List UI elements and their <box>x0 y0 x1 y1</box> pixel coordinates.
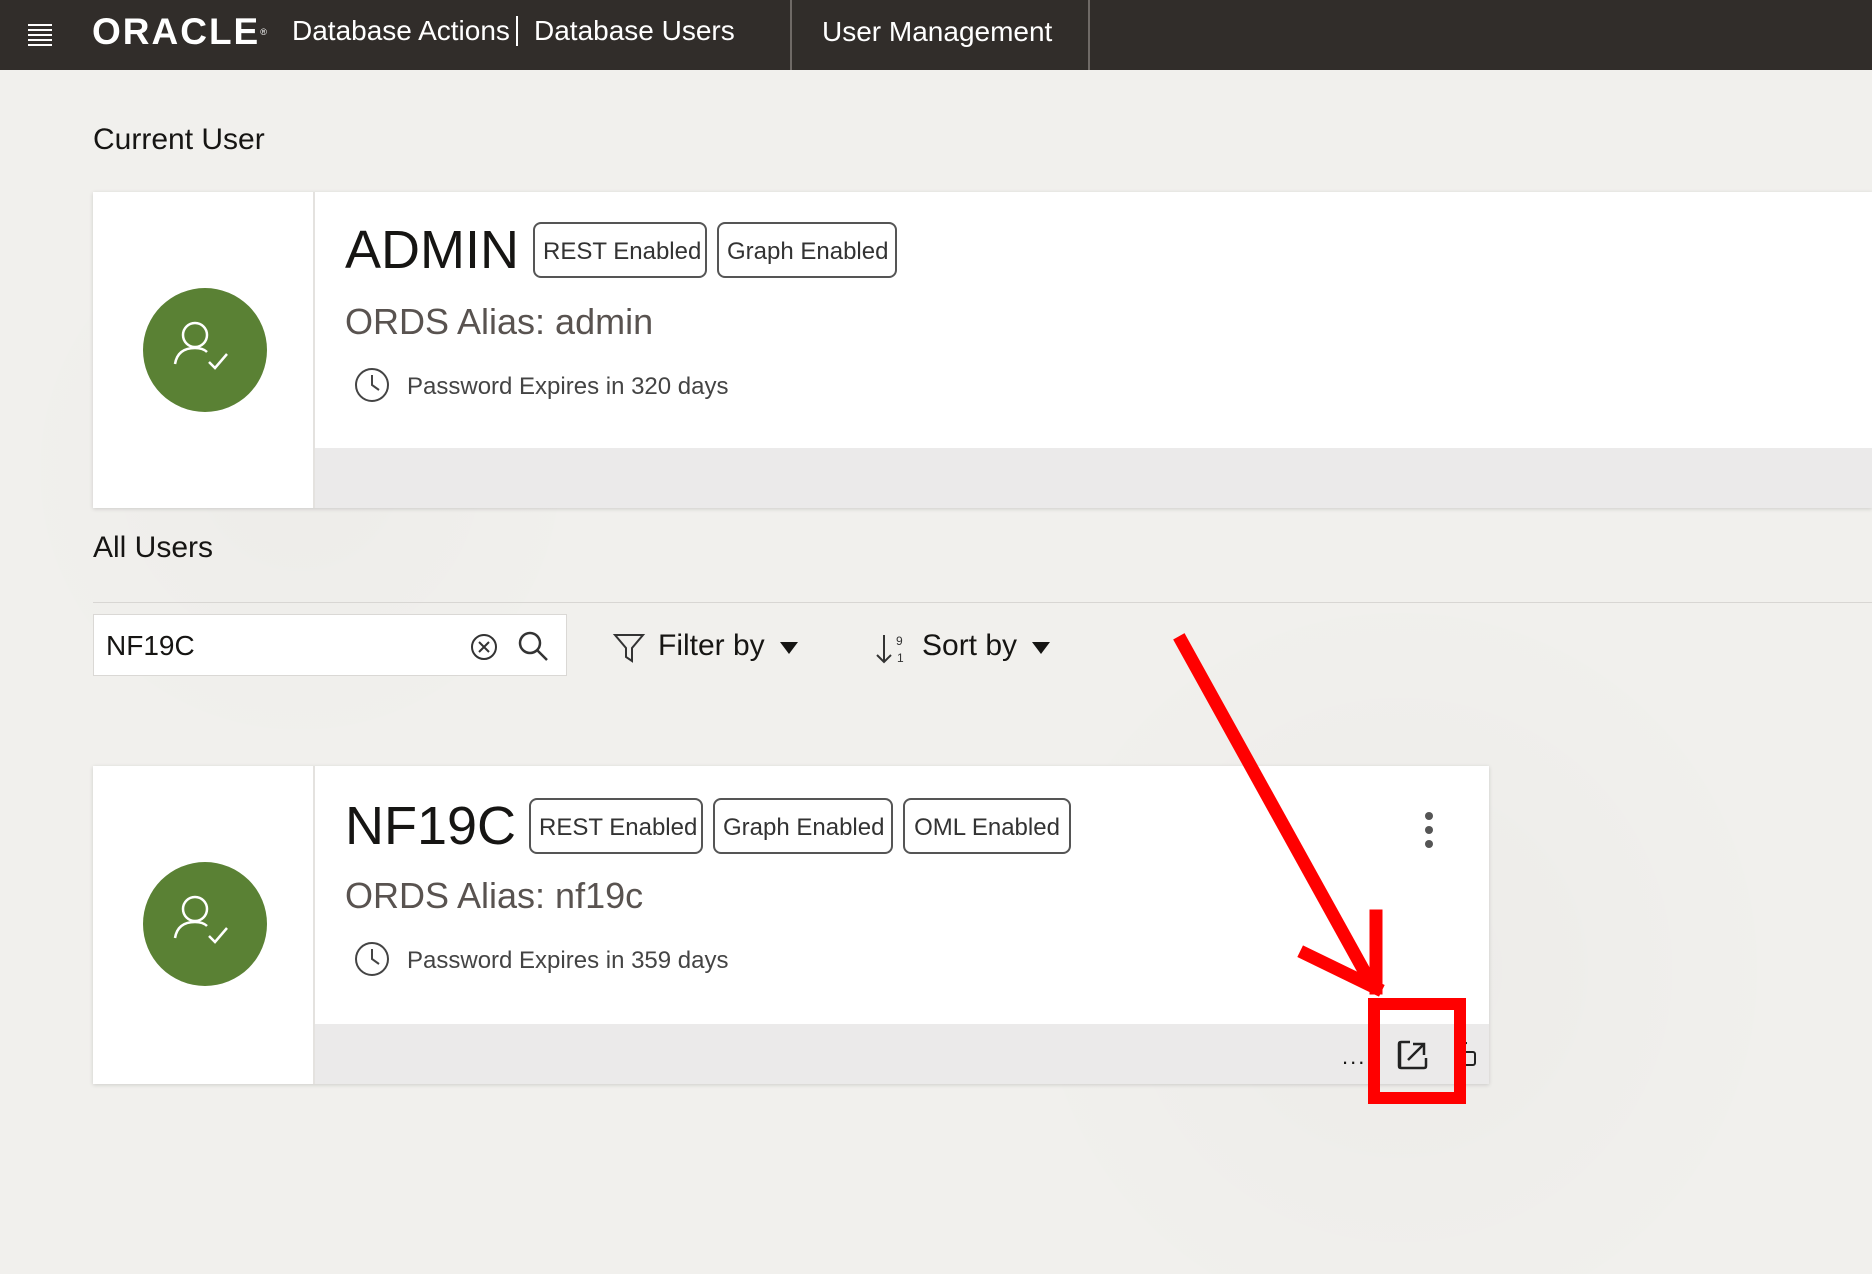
badge-oml-enabled: OML Enabled <box>903 798 1071 854</box>
badge-graph-enabled: Graph Enabled <box>717 222 897 278</box>
more-actions[interactable]: ... <box>1342 1044 1366 1070</box>
tab-user-management[interactable]: User Management <box>822 14 1052 50</box>
user-name: ADMIN <box>345 220 519 280</box>
user-check-icon <box>173 321 228 370</box>
topbar-divider <box>790 0 792 70</box>
open-external-icon[interactable] <box>1396 1038 1430 1072</box>
clock-icon <box>355 368 389 402</box>
search-box <box>93 614 567 676</box>
ords-alias: ORDS Alias: admin <box>345 301 654 342</box>
search-icon[interactable] <box>516 629 550 663</box>
clock-icon <box>355 942 389 976</box>
filter-funnel-icon <box>612 634 646 663</box>
all-users-heading: All Users <box>93 531 214 564</box>
kebab-menu-icon[interactable] <box>1414 806 1444 854</box>
svg-text:1: 1 <box>897 651 904 665</box>
badge-rest-enabled: REST Enabled <box>529 798 703 854</box>
user-avatar <box>143 288 267 412</box>
ords-alias: ORDS Alias: nf19c <box>345 875 644 916</box>
section-divider <box>93 602 1872 603</box>
user-card: NF19C REST Enabled Graph Enabled OML Ena… <box>93 766 1489 1084</box>
card-footer <box>315 448 1872 508</box>
current-user-heading: Current User <box>93 123 265 156</box>
title-separator <box>516 16 518 46</box>
current-user-card: ADMIN REST Enabled Graph Enabled ORDS Al… <box>93 192 1872 508</box>
user-name: NF19C <box>345 796 517 856</box>
clear-circle-icon[interactable] <box>470 633 498 661</box>
search-input[interactable] <box>104 625 458 667</box>
page-title: Database Users <box>534 15 735 46</box>
card-avatar-panel <box>93 192 315 508</box>
app-title: Database Actions <box>292 15 510 46</box>
hamburger-menu-icon[interactable] <box>22 18 58 52</box>
badge-graph-enabled: Graph Enabled <box>713 798 893 854</box>
user-avatar <box>143 862 267 986</box>
sort-by-label: Sort by <box>922 629 1018 662</box>
chevron-down-icon <box>780 642 798 654</box>
password-expiry: Password Expires in 320 days <box>407 373 729 400</box>
card-footer <box>315 1024 1489 1084</box>
filter-by-label: Filter by <box>658 629 765 662</box>
top-bar: ORACLE® Database Actions Database Users … <box>0 0 1872 70</box>
lock-icon[interactable] <box>1458 1042 1476 1066</box>
badge-rest-enabled: REST Enabled <box>533 222 707 278</box>
sort-by-button[interactable]: 9 1 Sort by <box>874 624 1064 668</box>
sort-icon: 9 1 <box>876 634 904 665</box>
chevron-down-icon <box>1032 642 1050 654</box>
topbar-divider <box>1088 0 1090 70</box>
user-check-icon <box>173 895 228 944</box>
oracle-logo: ORACLE® <box>92 11 269 52</box>
password-expiry: Password Expires in 359 days <box>407 947 729 974</box>
card-avatar-panel <box>93 766 315 1084</box>
filter-by-button[interactable]: Filter by <box>612 624 802 668</box>
svg-text:9: 9 <box>896 634 903 648</box>
